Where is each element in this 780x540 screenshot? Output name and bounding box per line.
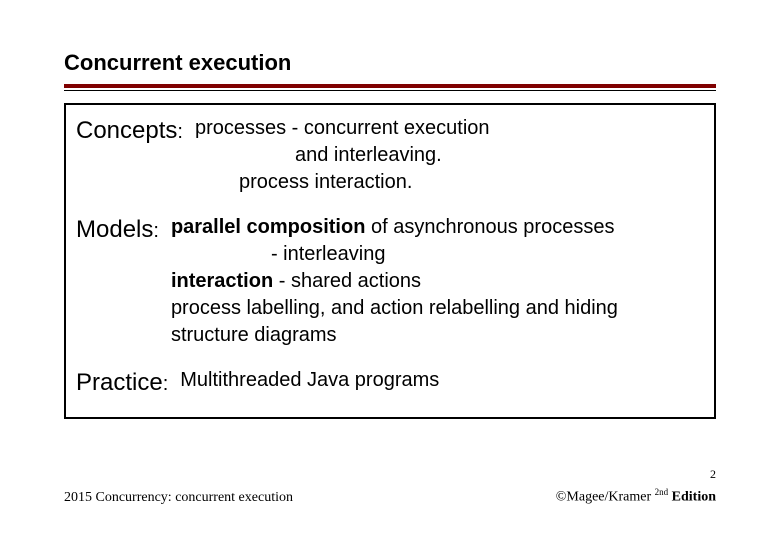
models-label-text: Models <box>76 216 153 243</box>
models-body: parallel composition of asynchronous pro… <box>159 214 704 349</box>
concepts-row: Concepts: processes - concurrent executi… <box>76 115 704 196</box>
footer-right: ©Magee/Kramer 2nd Edition <box>556 487 716 506</box>
footer-right-sup: 2nd <box>655 487 669 497</box>
models-line4: process labelling, and action relabellin… <box>171 295 704 322</box>
concepts-label-text: Concepts <box>76 117 177 144</box>
models-row: Models: parallel composition of asynchro… <box>76 214 704 349</box>
concepts-line1: processes - concurrent execution <box>195 115 704 142</box>
footer-left: 2015 Concurrency: concurrent execution <box>64 490 293 506</box>
practice-label: Practice: <box>76 367 168 399</box>
models-line2: - interleaving <box>171 241 704 268</box>
practice-label-text: Practice <box>76 369 163 396</box>
slide-title: Concurrent execution <box>64 50 716 76</box>
footer-right-suffix: Edition <box>668 490 716 505</box>
practice-row: Practice: Multithreaded Java programs <box>76 367 704 399</box>
content-box: Concepts: processes - concurrent executi… <box>64 103 716 419</box>
practice-text: Multithreaded Java programs <box>180 367 704 394</box>
models-inter-rest: - shared actions <box>273 270 421 292</box>
title-rule-thick <box>64 84 716 88</box>
models-line5: structure diagrams <box>171 322 704 349</box>
models-line1: parallel composition of asynchronous pro… <box>171 214 704 241</box>
concepts-line2: and interleaving. <box>195 142 704 169</box>
footer: 2015 Concurrency: concurrent execution ©… <box>64 487 716 506</box>
practice-body: Multithreaded Java programs <box>168 367 704 394</box>
models-label: Models: <box>76 214 159 246</box>
concepts-body: processes - concurrent execution and int… <box>183 115 704 196</box>
title-rule-thin <box>64 90 716 91</box>
models-line3: interaction - shared actions <box>171 268 704 295</box>
footer-right-prefix: ©Magee/Kramer <box>556 490 655 505</box>
slide: Concurrent execution Concepts: processes… <box>0 0 780 540</box>
page-number: 2 <box>710 467 716 482</box>
concepts-label: Concepts: <box>76 115 183 147</box>
models-pc-rest: of asynchronous processes <box>365 216 614 238</box>
models-inter-bold: interaction <box>171 270 273 292</box>
concepts-line3: process interaction. <box>195 169 704 196</box>
models-pc-bold: parallel composition <box>171 216 365 238</box>
